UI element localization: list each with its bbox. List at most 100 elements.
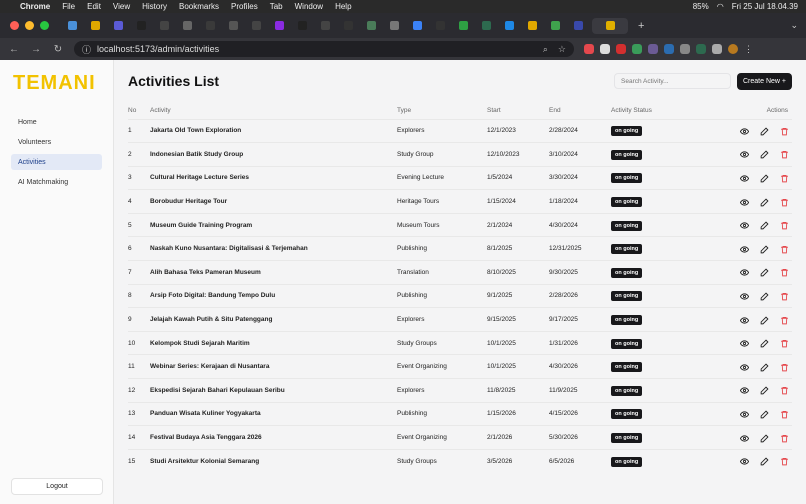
menu-bookmarks[interactable]: Bookmarks (179, 2, 219, 11)
edit-icon[interactable] (760, 316, 769, 324)
column-header-start[interactable]: Start (487, 102, 549, 119)
delete-icon[interactable] (780, 339, 788, 348)
browser-tab[interactable] (224, 18, 243, 34)
delete-icon[interactable] (780, 410, 788, 419)
view-icon[interactable] (739, 434, 750, 442)
forward-icon[interactable]: → (30, 44, 42, 55)
view-icon[interactable] (739, 245, 750, 253)
maximize-window-icon[interactable] (40, 21, 49, 30)
browser-tab[interactable] (477, 18, 496, 34)
menu-help[interactable]: Help (335, 2, 351, 11)
url-field[interactable]: ⓘ localhost:5173/admin/activities ⌕ ☆ (74, 41, 574, 57)
column-header-activity[interactable]: Activity (150, 102, 397, 119)
sidebar-item-ai-matchmaking[interactable]: AI Matchmaking (11, 174, 102, 190)
menu-history[interactable]: History (142, 2, 167, 11)
delete-icon[interactable] (780, 127, 788, 136)
delete-icon[interactable] (780, 198, 788, 206)
edit-icon[interactable] (760, 221, 769, 230)
column-header-end[interactable]: End (549, 102, 611, 119)
delete-icon[interactable] (780, 316, 788, 324)
close-window-icon[interactable] (10, 21, 19, 30)
browser-tab[interactable] (178, 18, 197, 34)
browser-tab[interactable] (109, 18, 128, 34)
view-icon[interactable] (739, 410, 750, 418)
battery-level[interactable]: 85% (693, 2, 709, 11)
browser-tab[interactable] (385, 18, 404, 34)
browser-tab[interactable] (270, 18, 289, 34)
puzzle-icon[interactable] (712, 44, 722, 54)
reload-icon[interactable]: ↻ (52, 44, 64, 55)
delete-icon[interactable] (780, 245, 788, 254)
minimize-window-icon[interactable] (25, 21, 34, 30)
delete-icon[interactable] (780, 363, 788, 372)
view-icon[interactable] (739, 174, 750, 182)
extension-icon[interactable] (648, 44, 658, 54)
edit-icon[interactable] (760, 198, 769, 206)
menu-edit[interactable]: Edit (87, 2, 101, 11)
browser-tab[interactable] (132, 18, 151, 34)
browser-tab[interactable] (454, 18, 473, 34)
browser-tab[interactable] (523, 18, 542, 34)
back-icon[interactable]: ← (8, 44, 20, 55)
view-icon[interactable] (739, 268, 750, 276)
view-icon[interactable] (739, 198, 750, 206)
extension-icon[interactable] (696, 44, 706, 54)
browser-tab[interactable] (408, 18, 427, 34)
browser-tab[interactable] (86, 18, 105, 34)
browser-tab[interactable] (569, 18, 588, 34)
browser-tab[interactable] (546, 18, 565, 34)
browser-tab[interactable] (592, 17, 628, 34)
menu-window[interactable]: Window (295, 2, 323, 11)
view-icon[interactable] (739, 221, 750, 229)
menu-tab[interactable]: Tab (270, 2, 283, 11)
avatar[interactable] (728, 44, 738, 54)
browser-tab[interactable] (63, 18, 82, 34)
menu-app-name[interactable]: Chrome (20, 2, 50, 11)
delete-icon[interactable] (780, 292, 788, 301)
column-header-no[interactable]: No (128, 102, 150, 119)
menu-view[interactable]: View (113, 2, 130, 11)
browser-tab[interactable] (431, 18, 450, 34)
new-tab-button[interactable]: + (638, 20, 644, 32)
extension-icon[interactable] (680, 44, 690, 54)
column-header-type[interactable]: Type (397, 102, 487, 119)
delete-icon[interactable] (780, 434, 788, 442)
delete-icon[interactable] (780, 150, 788, 159)
edit-icon[interactable] (760, 457, 769, 466)
edit-icon[interactable] (760, 150, 769, 159)
extension-icon[interactable] (632, 44, 642, 54)
delete-icon[interactable] (780, 174, 788, 183)
extension-icon[interactable] (600, 44, 610, 54)
edit-icon[interactable] (760, 268, 769, 277)
browser-tab[interactable] (155, 18, 174, 34)
delete-icon[interactable] (780, 386, 788, 395)
browser-tab[interactable] (500, 18, 519, 34)
edit-icon[interactable] (760, 363, 769, 372)
logout-button[interactable]: Logout (11, 478, 103, 495)
sidebar-item-home[interactable]: Home (11, 114, 102, 130)
edit-icon[interactable] (760, 292, 769, 301)
create-new-button[interactable]: Create New + (737, 72, 792, 90)
browser-tab[interactable] (247, 18, 266, 34)
view-icon[interactable] (739, 457, 750, 465)
view-icon[interactable] (739, 363, 750, 371)
browser-tab[interactable] (316, 18, 335, 34)
view-icon[interactable] (739, 150, 750, 158)
sidebar-item-activities[interactable]: Activities (11, 154, 102, 170)
delete-icon[interactable] (780, 221, 788, 230)
view-icon[interactable] (739, 386, 750, 394)
view-icon[interactable] (739, 316, 750, 324)
delete-icon[interactable] (780, 457, 788, 466)
sidebar-item-volunteers[interactable]: Volunteers (11, 134, 102, 150)
view-icon[interactable] (739, 292, 750, 300)
browser-tab[interactable] (339, 18, 358, 34)
more-menu-icon[interactable]: ⋮ (744, 44, 753, 54)
search-input[interactable]: Search Activity... (614, 73, 731, 89)
site-info-icon[interactable]: ⓘ (82, 43, 91, 56)
menu-file[interactable]: File (62, 2, 75, 11)
edit-icon[interactable] (760, 386, 769, 395)
browser-tab[interactable] (201, 18, 220, 34)
zoom-icon[interactable]: ⌕ (543, 44, 548, 55)
wifi-icon[interactable]: ◠ (717, 2, 724, 11)
extension-icon[interactable] (584, 44, 594, 54)
